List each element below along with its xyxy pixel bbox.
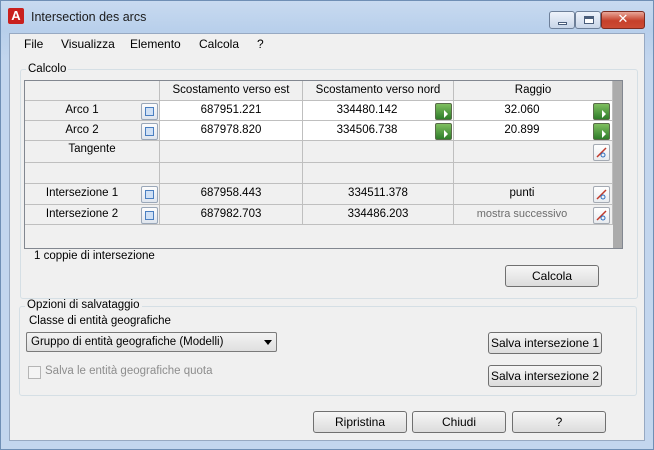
close-window-button[interactable]: ✕ [601,11,645,29]
arc-pick-icon [596,189,607,200]
calc-grid: Scostamento verso est Scostamento verso … [24,80,623,249]
autocad-app-icon[interactable]: A [8,8,24,24]
feature-class-selected: Gruppo di entità geografiche (Modelli) [31,336,224,348]
arco-1-radius-field[interactable]: 32.060 [454,101,613,121]
row-label-intersezione-2: Intersezione 2 [25,205,160,225]
arco-2-east-field[interactable]: 687978.820 [160,121,303,141]
help-button[interactable]: ? [512,411,606,433]
row-label-blank [25,163,160,184]
tangente-radius-cell [454,141,613,163]
cursor-arrow-icon [444,110,448,118]
intersezione-2-radius: mostra successivo [454,205,613,225]
menu-file[interactable]: File [24,37,43,51]
pick-point-arc-2-button[interactable] [435,123,452,140]
close-button[interactable]: Chiudi [412,411,506,433]
menu-bar: File Visualizza Elemento Calcola ? [10,34,644,54]
blank-north-cell [303,163,454,184]
save-elevation-checkbox[interactable] [28,366,41,379]
cursor-arrow-icon [444,130,448,138]
blank-east-cell [160,163,303,184]
chevron-down-icon [264,340,272,345]
arco-1-east-field[interactable]: 687951.221 [160,101,303,121]
arco-2-north-field[interactable]: 334506.738 [303,121,454,141]
pick-radius-arc-2-button[interactable] [593,123,610,140]
arco-2-radius-field[interactable]: 20.899 [454,121,613,141]
select-arc-2-button[interactable] [141,123,158,140]
menu-help[interactable]: ? [257,37,264,51]
select-object-icon [145,107,154,116]
intersezione-1-east: 687958.443 [160,184,303,205]
grid-body: Scostamento verso est Scostamento verso … [25,81,613,248]
cursor-arrow-icon [602,130,606,138]
intersezione-2-north: 334486.203 [303,205,454,225]
blank-radius-cell [454,163,613,184]
intersezione-2-east: 687982.703 [160,205,303,225]
tangent-pick-button[interactable] [593,144,610,161]
save-intersection-2-button[interactable]: Salva intersezione 2 [488,365,602,387]
feature-class-label: Classe di entità geografiche [29,315,171,327]
reset-button[interactable]: Ripristina [313,411,407,433]
calc-group-label: Calcolo [26,63,69,75]
arc-pick-icon [596,210,607,221]
maximize-button[interactable] [575,11,601,29]
pick-point-arc-1-button[interactable] [435,103,452,120]
intersezione-1-north: 334511.378 [303,184,454,205]
select-object-icon [145,127,154,136]
cursor-arrow-icon [602,110,606,118]
save-group-label: Opzioni di salvataggio [25,299,142,311]
select-object-icon [145,190,154,199]
row-label-arco-1: Arco 1 [25,101,160,121]
pairs-count-text: 1 coppie di intersezione [34,250,155,262]
select-intersection-2-button[interactable] [141,207,158,224]
minimize-icon [558,22,567,25]
save-elevation-label: Salva le entità geografiche quota [45,365,213,377]
calcola-button[interactable]: Calcola [505,265,599,287]
intersezione-1-radius: punti [454,184,613,205]
menu-calcola[interactable]: Calcola [199,37,239,51]
close-icon: ✕ [617,11,629,26]
intersection-2-pick-button[interactable] [593,207,610,224]
menu-elemento[interactable]: Elemento [130,37,181,51]
row-label-arco-2: Arco 2 [25,121,160,141]
select-intersection-1-button[interactable] [141,186,158,203]
col-header-radius: Raggio [454,81,613,101]
feature-class-select[interactable]: Gruppo di entità geografiche (Modelli) [26,332,277,352]
select-arc-1-button[interactable] [141,103,158,120]
row-label-intersezione-1: Intersezione 1 [25,184,160,205]
title-bar[interactable]: A Intersection des arcs ✕ [1,1,653,33]
window-title: Intersection des arcs [31,10,147,24]
tangente-north-cell [303,141,454,163]
dialog-window: A Intersection des arcs ✕ File Visualizz… [0,0,654,450]
arc-pick-icon [596,147,607,158]
minimize-button[interactable] [549,11,575,29]
col-header-east: Scostamento verso est [160,81,303,101]
col-header-north: Scostamento verso nord [303,81,454,101]
intersection-1-pick-button[interactable] [593,186,610,203]
arco-1-north-field[interactable]: 334480.142 [303,101,454,121]
grid-header-corner [25,81,160,101]
tangente-east-cell [160,141,303,163]
menu-visualizza[interactable]: Visualizza [61,37,115,51]
row-label-tangente: Tangente [25,141,160,163]
maximize-icon [584,16,594,24]
pick-radius-arc-1-button[interactable] [593,103,610,120]
select-object-icon [145,211,154,220]
save-intersection-1-button[interactable]: Salva intersezione 1 [488,332,602,354]
